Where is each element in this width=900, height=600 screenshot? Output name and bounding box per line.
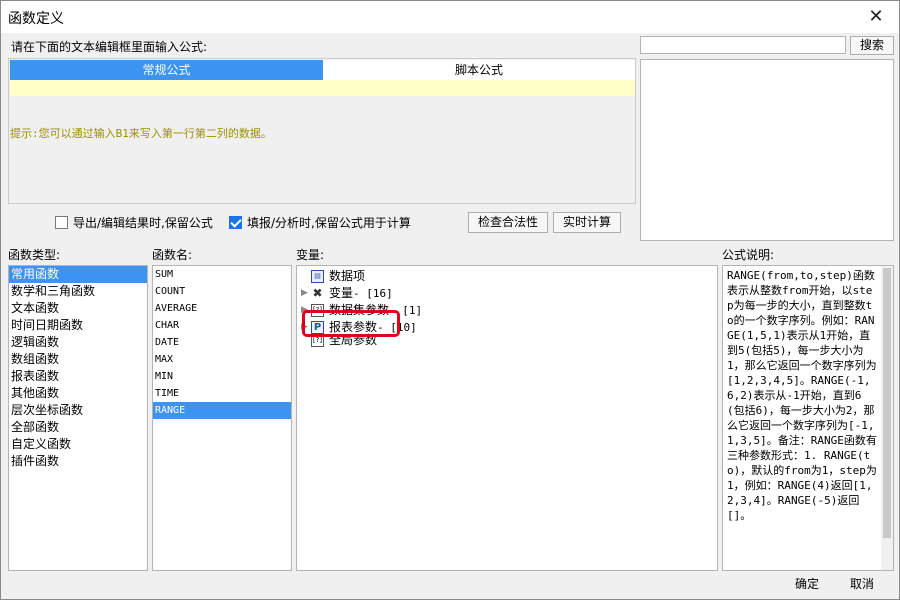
function-type-item[interactable]: 文本函数	[9, 300, 147, 317]
cancel-button[interactable]: 取消	[840, 575, 884, 596]
data-item-icon: ▤	[311, 270, 324, 283]
variable-tree-label: 数据项	[329, 269, 366, 283]
function-name-item[interactable]: RANGE	[153, 402, 291, 419]
variable-tree-item[interactable]: ▤ 数据项	[301, 268, 365, 285]
checkbox-keep-formula-fill-label: 填报/分析时,保留公式用于计算	[247, 216, 411, 230]
formula-input[interactable]	[10, 80, 635, 96]
description-scrollbar[interactable]	[881, 266, 893, 570]
search-results-panel[interactable]	[640, 59, 894, 241]
close-icon[interactable]: ✕	[853, 1, 899, 33]
variable-tree-label: 变量	[329, 286, 354, 300]
tab-script-formula[interactable]: 脚本公式	[323, 60, 635, 80]
expand-arrow-icon[interactable]: ▶	[301, 285, 311, 302]
function-type-item[interactable]: 报表函数	[9, 368, 147, 385]
checkbox-keep-formula-export[interactable]	[55, 216, 68, 229]
description-scrollbar-thumb[interactable]	[883, 268, 891, 538]
function-type-item[interactable]: 数组函数	[9, 351, 147, 368]
formula-description-panel: RANGE(from,to,step)函数表示从整数from开始，以step为每…	[722, 265, 894, 571]
function-definition-dialog: 函数定义 ✕ 请在下面的文本编辑框里面输入公式: 常规公式 脚本公式 提示:您可…	[0, 0, 900, 600]
function-type-item[interactable]: 其他函数	[9, 385, 147, 402]
formula-editor: 常规公式 脚本公式 提示:您可以通过输入B1来写入第一行第二列的数据。	[8, 58, 636, 204]
variables-label: 变量:	[296, 248, 325, 262]
function-type-item[interactable]: 逻辑函数	[9, 334, 147, 351]
function-type-item[interactable]: 插件函数	[9, 453, 147, 470]
function-name-item[interactable]: AVERAGE	[153, 300, 291, 317]
search-button[interactable]: 搜索	[850, 36, 894, 55]
formula-description-label: 公式说明:	[722, 248, 775, 262]
function-name-item[interactable]: COUNT	[153, 283, 291, 300]
function-types-list[interactable]: 常用函数 数学和三角函数 文本函数 时间日期函数 逻辑函数 数组函数 报表函数 其他函数 层次坐…	[8, 265, 148, 571]
search-input[interactable]	[640, 36, 846, 54]
function-name-item[interactable]: SUM	[153, 266, 291, 283]
function-name-item[interactable]: DATE	[153, 334, 291, 351]
function-types-label: 函数类型:	[8, 248, 61, 262]
checkbox-keep-formula-fill[interactable]	[229, 216, 242, 229]
checkbox-keep-formula-export-label: 导出/编辑结果时,保留公式	[73, 216, 213, 230]
variable-icon: ✖	[312, 286, 323, 300]
ok-button[interactable]: 确定	[787, 575, 827, 596]
title-bar: 函数定义 ✕	[1, 1, 899, 33]
highlight-annotation	[302, 310, 400, 337]
function-name-item[interactable]: MAX	[153, 351, 291, 368]
tab-normal-formula[interactable]: 常规公式	[10, 60, 323, 80]
option-keep-formula-fill[interactable]: 填报/分析时,保留公式用于计算	[229, 214, 411, 231]
editor-prompt: 请在下面的文本编辑框里面输入公式:	[11, 40, 208, 54]
function-type-item[interactable]: 层次坐标函数	[9, 402, 147, 419]
function-names-list[interactable]: SUM COUNT AVERAGE CHAR DATE MAX MIN TIME RANGE	[152, 265, 292, 571]
function-names-label: 函数名:	[152, 248, 193, 262]
function-name-item[interactable]: CHAR	[153, 317, 291, 334]
formula-description-text: RANGE(from,to,step)函数表示从整数from开始，以step为每…	[727, 269, 877, 522]
function-name-item[interactable]: MIN	[153, 368, 291, 385]
realtime-calc-button[interactable]: 实时计算	[553, 212, 621, 233]
function-name-item[interactable]: TIME	[153, 385, 291, 402]
variable-tree-count: - [16]	[353, 287, 393, 300]
dialog-title: 函数定义	[8, 11, 64, 27]
function-type-item[interactable]: 常用函数	[9, 266, 147, 283]
function-type-item[interactable]: 时间日期函数	[9, 317, 147, 334]
variable-tree-item[interactable]: ▶ ✖ 变量 - [16]	[301, 285, 393, 302]
function-type-item[interactable]: 数学和三角函数	[9, 283, 147, 300]
function-type-item[interactable]: 自定义函数	[9, 436, 147, 453]
function-type-item[interactable]: 全部函数	[9, 419, 147, 436]
validate-button[interactable]: 检查合法性	[468, 212, 548, 233]
editor-hint: 提示:您可以通过输入B1来写入第一行第二列的数据。	[10, 127, 272, 140]
option-keep-formula-export[interactable]: 导出/编辑结果时,保留公式	[55, 214, 213, 231]
